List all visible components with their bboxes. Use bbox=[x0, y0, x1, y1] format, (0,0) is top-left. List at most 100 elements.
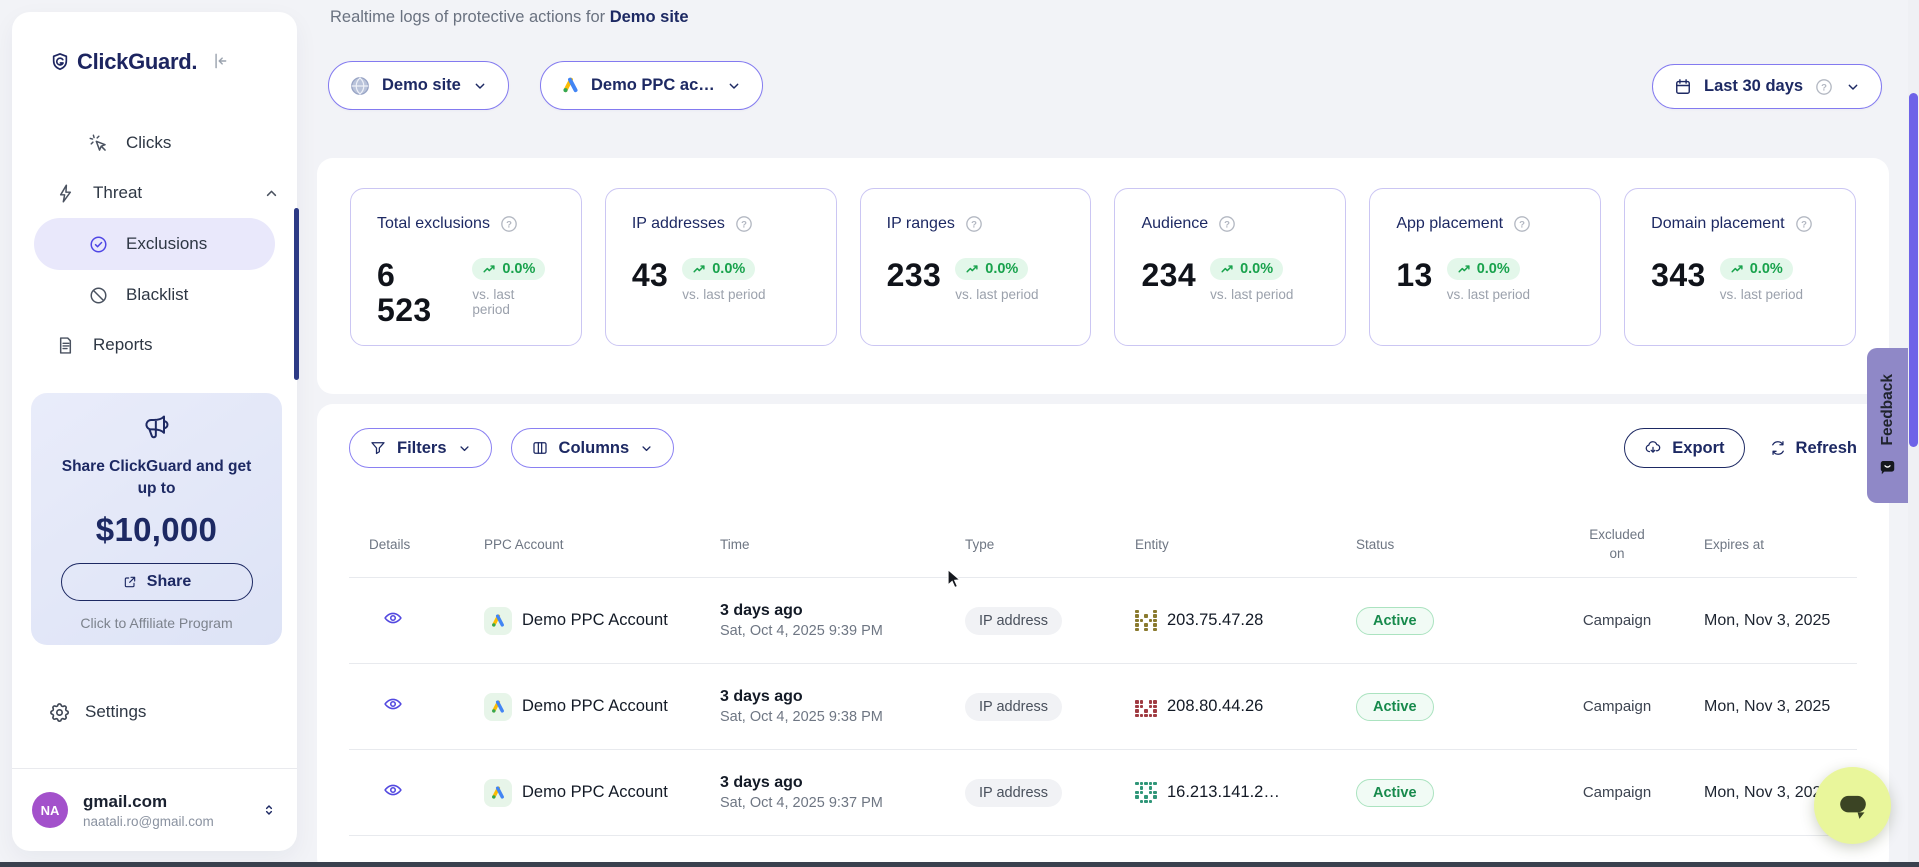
ban-icon bbox=[88, 285, 109, 306]
stat-label: Domain placement bbox=[1651, 215, 1784, 233]
clickguard-shield-logo-icon bbox=[50, 52, 70, 72]
external-link-icon bbox=[122, 574, 138, 590]
help-circle-icon[interactable] bbox=[734, 214, 754, 234]
google-ads-icon bbox=[484, 693, 512, 721]
calendar-icon bbox=[1673, 77, 1693, 97]
logo[interactable]: ClickGuard. bbox=[50, 45, 277, 79]
stat-card-app-placement: App placement 13 0.0%vs. last period bbox=[1369, 188, 1601, 346]
status-badge: Active bbox=[1356, 693, 1434, 721]
page-scrollbar-thumb[interactable] bbox=[1909, 93, 1918, 447]
type-badge: IP address bbox=[965, 607, 1062, 635]
mouse-cursor bbox=[946, 568, 968, 592]
export-button[interactable]: Export bbox=[1624, 428, 1744, 468]
status-badge: Active bbox=[1356, 607, 1434, 635]
feedback-tab[interactable]: Feedback bbox=[1867, 348, 1908, 503]
table-toolbar: Filters Columns Export Refresh bbox=[349, 428, 1857, 468]
eye-details-button[interactable] bbox=[383, 694, 403, 714]
col-header-expires-at: Expires at bbox=[1662, 537, 1857, 552]
user-menu[interactable]: NA gmail.com naatali.ro@gmail.com bbox=[12, 768, 297, 851]
nav-label: Blacklist bbox=[126, 285, 188, 305]
stat-card-total-exclusions: Total exclusions 6 523 0.0%vs. last peri… bbox=[350, 188, 582, 346]
page-subtitle: Realtime logs of protective actions for … bbox=[330, 8, 689, 27]
stat-delta-badge: 0.0% bbox=[1720, 258, 1793, 280]
trend-up-icon bbox=[965, 262, 980, 277]
table-row: Demo PPC Account 3 days ago Sat, Oct 4, 2… bbox=[349, 750, 1857, 836]
stat-delta-badge: 0.0% bbox=[955, 258, 1028, 280]
col-header-account: PPC Account bbox=[484, 537, 720, 552]
expires-at-value: Mon, Nov 3, 2025 bbox=[1662, 698, 1857, 716]
columns-icon bbox=[531, 439, 549, 457]
sidebar-item-clicks[interactable]: Clicks bbox=[12, 118, 297, 168]
stat-delta-badge: 0.0% bbox=[1447, 258, 1520, 280]
type-badge: IP address bbox=[965, 779, 1062, 807]
trend-up-icon bbox=[1730, 262, 1745, 277]
columns-button[interactable]: Columns bbox=[511, 428, 675, 468]
trend-up-icon bbox=[482, 262, 497, 277]
sidebar-nav: Clicks Threat Exclusions Blacklist Repor… bbox=[12, 118, 297, 370]
window-bottom-edge bbox=[0, 862, 1919, 867]
col-header-status: Status bbox=[1356, 537, 1572, 552]
feedback-label: Feedback bbox=[1879, 374, 1897, 446]
chevron-down-icon bbox=[1845, 79, 1861, 95]
sidebar-scrollbar-thumb[interactable] bbox=[294, 208, 299, 380]
stat-caption: vs. last period bbox=[1447, 287, 1530, 302]
trend-up-icon bbox=[1457, 262, 1472, 277]
sidebar-item-threat[interactable]: Threat bbox=[12, 168, 297, 218]
expires-at-value: Mon, Nov 3, 2025 bbox=[1662, 612, 1857, 630]
ppc-account-name: Demo PPC Account bbox=[522, 697, 668, 716]
user-email: naatali.ro@gmail.com bbox=[83, 814, 214, 829]
time-relative: 3 days ago bbox=[720, 774, 965, 792]
stat-delta-badge: 0.0% bbox=[1210, 258, 1283, 280]
filters-button[interactable]: Filters bbox=[349, 428, 492, 468]
trend-up-icon bbox=[1220, 262, 1235, 277]
promo-headline: Share ClickGuard and get up to bbox=[31, 456, 282, 501]
entity-value: 208.80.44.26 bbox=[1167, 697, 1263, 716]
sidebar-item-exclusions[interactable]: Exclusions bbox=[34, 218, 275, 270]
col-header-entity: Entity bbox=[1135, 537, 1356, 552]
table-row: Demo PPC Account 3 days agoSat, Oct 4, 2… bbox=[349, 664, 1857, 750]
time-relative: 3 days ago bbox=[720, 688, 965, 706]
sidebar-item-settings[interactable]: Settings bbox=[12, 690, 297, 734]
sidebar-item-reports[interactable]: Reports bbox=[12, 320, 297, 370]
ppc-account-selector-dropdown[interactable]: Demo PPC ac… bbox=[540, 61, 763, 110]
table-header-row: Details PPC Account Time Type Entity Sta… bbox=[349, 512, 1857, 578]
help-circle-icon[interactable] bbox=[964, 214, 984, 234]
entity-identicon bbox=[1135, 610, 1157, 632]
document-icon bbox=[55, 335, 76, 356]
ppc-account-name: Demo PPC Account bbox=[522, 783, 668, 802]
gear-icon bbox=[48, 701, 71, 724]
ppc-account-name: Demo PPC Account bbox=[522, 611, 668, 630]
help-circle-icon[interactable] bbox=[1794, 214, 1814, 234]
chevron-down-icon bbox=[726, 78, 742, 94]
exclusions-table-panel: Filters Columns Export Refresh Details P… bbox=[317, 404, 1889, 867]
stat-value: 233 bbox=[887, 258, 942, 293]
eye-details-button[interactable] bbox=[383, 780, 403, 800]
date-range-dropdown[interactable]: Last 30 days bbox=[1652, 64, 1882, 109]
excluded-on-value: Campaign bbox=[1572, 698, 1662, 715]
eye-details-button[interactable] bbox=[383, 608, 403, 628]
affiliate-program-link[interactable]: Click to Affiliate Program bbox=[31, 615, 282, 631]
time-absolute: Sat, Oct 4, 2025 9:37 PM bbox=[720, 795, 965, 811]
help-circle-icon[interactable] bbox=[1814, 77, 1834, 97]
collapse-sidebar-icon[interactable] bbox=[209, 51, 229, 71]
site-selector-dropdown[interactable]: Demo site bbox=[328, 61, 509, 110]
help-circle-icon[interactable] bbox=[1512, 214, 1532, 234]
chat-launcher-button[interactable] bbox=[1814, 767, 1891, 844]
help-circle-icon[interactable] bbox=[499, 214, 519, 234]
stat-label: Total exclusions bbox=[377, 215, 490, 233]
chat-bubble-icon bbox=[1831, 784, 1875, 828]
refresh-button[interactable]: Refresh bbox=[1769, 439, 1857, 458]
stat-delta-badge: 0.0% bbox=[472, 258, 545, 280]
col-header-details: Details bbox=[349, 537, 484, 552]
stat-caption: vs. last period bbox=[682, 287, 765, 302]
stat-value: 343 bbox=[1651, 258, 1706, 293]
filter-icon bbox=[369, 439, 387, 457]
share-button[interactable]: Share bbox=[61, 563, 253, 601]
excluded-on-value: Campaign bbox=[1572, 784, 1662, 801]
help-circle-icon[interactable] bbox=[1217, 214, 1237, 234]
subtitle-site-name: Demo site bbox=[610, 8, 689, 26]
stat-card-ip-ranges: IP ranges 233 0.0%vs. last period bbox=[860, 188, 1092, 346]
chevron-up-icon bbox=[263, 185, 280, 202]
sidebar-item-blacklist[interactable]: Blacklist bbox=[12, 270, 297, 320]
affiliate-promo-card: Share ClickGuard and get up to $10,000 S… bbox=[31, 393, 282, 645]
